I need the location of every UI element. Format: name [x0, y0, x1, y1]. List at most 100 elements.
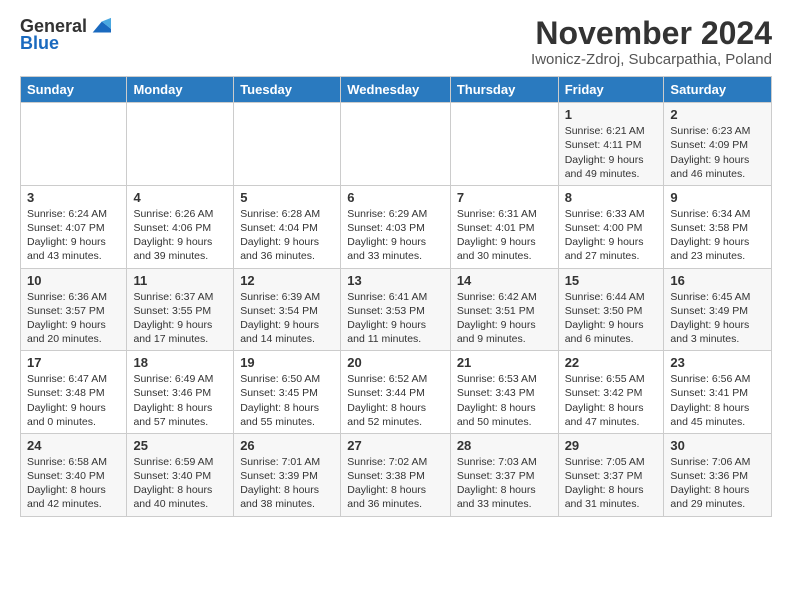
day-info: Sunrise: 6:34 AM Sunset: 3:58 PM Dayligh… — [670, 207, 765, 264]
col-header-wednesday: Wednesday — [341, 77, 451, 103]
day-info: Sunrise: 7:02 AM Sunset: 3:38 PM Dayligh… — [347, 455, 444, 512]
day-cell: 26 Sunrise: 7:01 AM Sunset: 3:39 PM Dayli… — [234, 433, 341, 516]
day-cell: 4Sunrise: 6:26 AM Sunset: 4:06 PM Daylig… — [127, 185, 234, 268]
day-info: Sunrise: 6:55 AM Sunset: 3:42 PM Dayligh… — [565, 372, 658, 429]
day-cell: 30 Sunrise: 7:06 AM Sunset: 3:36 PM Dayli… — [664, 433, 772, 516]
col-header-monday: Monday — [127, 77, 234, 103]
day-info: Sunrise: 6:28 AM Sunset: 4:04 PM Dayligh… — [240, 207, 334, 264]
day-cell: 8Sunrise: 6:33 AM Sunset: 4:00 PM Daylig… — [558, 185, 664, 268]
day-cell: 11Sunrise: 6:37 AM Sunset: 3:55 PM Dayli… — [127, 268, 234, 351]
day-number: 25 — [133, 438, 227, 453]
header: General Blue November 2024 Iwonicz-Zdroj… — [20, 16, 772, 68]
day-number: 19 — [240, 355, 334, 370]
day-info: Sunrise: 7:01 AM Sunset: 3:39 PM Dayligh… — [240, 455, 334, 512]
day-cell — [127, 103, 234, 186]
day-info: Sunrise: 6:23 AM Sunset: 4:09 PM Dayligh… — [670, 124, 765, 181]
day-number: 13 — [347, 273, 444, 288]
week-row-3: 17 Sunrise: 6:47 AM Sunset: 3:48 PM Dayli… — [21, 351, 772, 434]
col-header-friday: Friday — [558, 77, 664, 103]
day-info: Sunrise: 6:26 AM Sunset: 4:06 PM Dayligh… — [133, 207, 227, 264]
day-info: Sunrise: 6:39 AM Sunset: 3:54 PM Dayligh… — [240, 290, 334, 347]
day-cell: 14Sunrise: 6:42 AM Sunset: 3:51 PM Dayli… — [450, 268, 558, 351]
day-info: Sunrise: 6:49 AM Sunset: 3:46 PM Dayligh… — [133, 372, 227, 429]
day-number: 12 — [240, 273, 334, 288]
day-info: Sunrise: 6:24 AM Sunset: 4:07 PM Dayligh… — [27, 207, 120, 264]
page: General Blue November 2024 Iwonicz-Zdroj… — [0, 0, 792, 527]
day-number: 7 — [457, 190, 552, 205]
col-header-sunday: Sunday — [21, 77, 127, 103]
day-info: Sunrise: 6:36 AM Sunset: 3:57 PM Dayligh… — [27, 290, 120, 347]
day-info: Sunrise: 6:21 AM Sunset: 4:11 PM Dayligh… — [565, 124, 658, 181]
day-number: 18 — [133, 355, 227, 370]
day-number: 1 — [565, 107, 658, 122]
logo-blue: Blue — [20, 34, 59, 54]
col-header-saturday: Saturday — [664, 77, 772, 103]
day-number: 26 — [240, 438, 334, 453]
day-number: 20 — [347, 355, 444, 370]
day-cell: 10 Sunrise: 6:36 AM Sunset: 3:57 PM Dayli… — [21, 268, 127, 351]
day-number: 28 — [457, 438, 552, 453]
header-row: SundayMondayTuesdayWednesdayThursdayFrid… — [21, 77, 772, 103]
col-header-tuesday: Tuesday — [234, 77, 341, 103]
day-number: 10 — [27, 273, 120, 288]
day-cell: 20 Sunrise: 6:52 AM Sunset: 3:44 PM Dayli… — [341, 351, 451, 434]
day-info: Sunrise: 6:45 AM Sunset: 3:49 PM Dayligh… — [670, 290, 765, 347]
day-number: 21 — [457, 355, 552, 370]
day-number: 24 — [27, 438, 120, 453]
week-row-2: 10 Sunrise: 6:36 AM Sunset: 3:57 PM Dayli… — [21, 268, 772, 351]
day-cell: 29Sunrise: 7:05 AM Sunset: 3:37 PM Dayli… — [558, 433, 664, 516]
day-cell: 28 Sunrise: 7:03 AM Sunset: 3:37 PM Dayli… — [450, 433, 558, 516]
day-cell: 5Sunrise: 6:28 AM Sunset: 4:04 PM Daylig… — [234, 185, 341, 268]
day-number: 6 — [347, 190, 444, 205]
day-cell: 23Sunrise: 6:56 AM Sunset: 3:41 PM Dayli… — [664, 351, 772, 434]
day-cell: 15 Sunrise: 6:44 AM Sunset: 3:50 PM Dayli… — [558, 268, 664, 351]
day-number: 27 — [347, 438, 444, 453]
subtitle: Iwonicz-Zdroj, Subcarpathia, Poland — [531, 51, 772, 68]
day-info: Sunrise: 6:59 AM Sunset: 3:40 PM Dayligh… — [133, 455, 227, 512]
day-cell: 1 Sunrise: 6:21 AM Sunset: 4:11 PM Daylig… — [558, 103, 664, 186]
day-info: Sunrise: 6:52 AM Sunset: 3:44 PM Dayligh… — [347, 372, 444, 429]
logo: General Blue — [20, 16, 111, 54]
logo-icon — [89, 16, 111, 38]
day-cell: 13 Sunrise: 6:41 AM Sunset: 3:53 PM Dayli… — [341, 268, 451, 351]
calendar-table: SundayMondayTuesdayWednesdayThursdayFrid… — [20, 76, 772, 516]
day-cell: 9Sunrise: 6:34 AM Sunset: 3:58 PM Daylig… — [664, 185, 772, 268]
day-cell: 16Sunrise: 6:45 AM Sunset: 3:49 PM Dayli… — [664, 268, 772, 351]
day-cell: 19Sunrise: 6:50 AM Sunset: 3:45 PM Dayli… — [234, 351, 341, 434]
day-cell — [234, 103, 341, 186]
day-number: 14 — [457, 273, 552, 288]
main-title: November 2024 — [531, 16, 772, 51]
col-header-thursday: Thursday — [450, 77, 558, 103]
day-number: 30 — [670, 438, 765, 453]
day-info: Sunrise: 7:03 AM Sunset: 3:37 PM Dayligh… — [457, 455, 552, 512]
day-info: Sunrise: 7:06 AM Sunset: 3:36 PM Dayligh… — [670, 455, 765, 512]
day-info: Sunrise: 6:41 AM Sunset: 3:53 PM Dayligh… — [347, 290, 444, 347]
day-info: Sunrise: 6:53 AM Sunset: 3:43 PM Dayligh… — [457, 372, 552, 429]
day-info: Sunrise: 6:58 AM Sunset: 3:40 PM Dayligh… — [27, 455, 120, 512]
day-info: Sunrise: 6:31 AM Sunset: 4:01 PM Dayligh… — [457, 207, 552, 264]
week-row-0: 1 Sunrise: 6:21 AM Sunset: 4:11 PM Daylig… — [21, 103, 772, 186]
day-info: Sunrise: 6:47 AM Sunset: 3:48 PM Dayligh… — [27, 372, 120, 429]
day-info: Sunrise: 6:44 AM Sunset: 3:50 PM Dayligh… — [565, 290, 658, 347]
day-number: 22 — [565, 355, 658, 370]
day-number: 17 — [27, 355, 120, 370]
day-cell — [21, 103, 127, 186]
day-cell: 6 Sunrise: 6:29 AM Sunset: 4:03 PM Daylig… — [341, 185, 451, 268]
day-cell: 24 Sunrise: 6:58 AM Sunset: 3:40 PM Dayli… — [21, 433, 127, 516]
day-cell: 22 Sunrise: 6:55 AM Sunset: 3:42 PM Dayli… — [558, 351, 664, 434]
week-row-1: 3 Sunrise: 6:24 AM Sunset: 4:07 PM Daylig… — [21, 185, 772, 268]
day-number: 8 — [565, 190, 658, 205]
day-number: 3 — [27, 190, 120, 205]
day-cell: 2 Sunrise: 6:23 AM Sunset: 4:09 PM Daylig… — [664, 103, 772, 186]
day-cell — [341, 103, 451, 186]
week-row-4: 24 Sunrise: 6:58 AM Sunset: 3:40 PM Dayli… — [21, 433, 772, 516]
day-cell: 21 Sunrise: 6:53 AM Sunset: 3:43 PM Dayli… — [450, 351, 558, 434]
day-cell: 18 Sunrise: 6:49 AM Sunset: 3:46 PM Dayli… — [127, 351, 234, 434]
day-number: 15 — [565, 273, 658, 288]
day-cell: 27 Sunrise: 7:02 AM Sunset: 3:38 PM Dayli… — [341, 433, 451, 516]
day-info: Sunrise: 6:29 AM Sunset: 4:03 PM Dayligh… — [347, 207, 444, 264]
day-cell: 12 Sunrise: 6:39 AM Sunset: 3:54 PM Dayli… — [234, 268, 341, 351]
title-block: November 2024 Iwonicz-Zdroj, Subcarpathi… — [531, 16, 772, 68]
day-cell — [450, 103, 558, 186]
day-number: 2 — [670, 107, 765, 122]
